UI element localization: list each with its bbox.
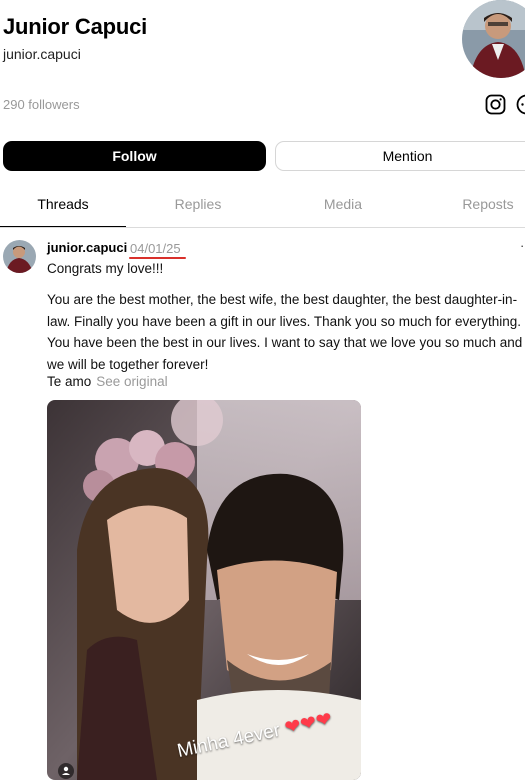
post-more-icon[interactable]: · [520,238,524,253]
more-options-icon[interactable] [516,94,525,115]
tab-reposts[interactable]: Reposts [425,186,525,227]
profile-avatar[interactable] [462,0,525,78]
post-author-avatar[interactable] [3,240,36,273]
tab-replies[interactable]: Replies [135,186,261,227]
post-date[interactable]: 04/01/25 [130,241,181,256]
translation-row: Te amo See original [47,374,168,389]
person-tag-icon[interactable] [58,763,74,779]
post-body: You are the best mother, the best wife, … [47,289,525,375]
translation-note: Te amo [47,374,91,389]
tab-media[interactable]: Media [280,186,406,227]
heart-icon: ❤ [314,709,334,733]
follow-button[interactable]: Follow [3,141,266,171]
profile-display-name: Junior Capuci [3,14,147,40]
instagram-icon[interactable] [485,94,506,115]
tab-threads[interactable]: Threads [0,186,126,227]
post-first-line: Congrats my love!!! [47,261,163,276]
see-original-link[interactable]: See original [96,374,167,389]
date-annotation-underline [129,257,186,259]
post-author-username[interactable]: junior.capuci [47,240,127,255]
profile-username: junior.capuci [3,46,81,62]
followers-count[interactable]: 290 followers [3,97,80,112]
profile-tabs: Threads Replies Media Reposts [0,186,525,228]
mention-button[interactable]: Mention [275,141,525,171]
